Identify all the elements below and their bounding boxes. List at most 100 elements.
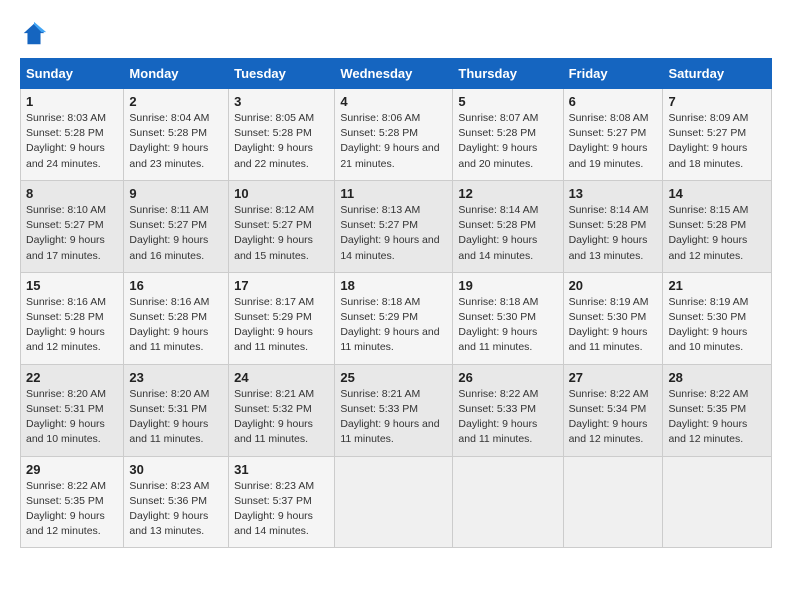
day-info: Sunrise: 8:05 AMSunset: 5:28 PMDaylight:…: [234, 111, 329, 172]
day-number: 21: [668, 278, 766, 293]
day-number: 15: [26, 278, 118, 293]
day-number: 26: [458, 370, 557, 385]
calendar-cell: 9Sunrise: 8:11 AMSunset: 5:27 PMDaylight…: [124, 180, 229, 272]
day-number: 25: [340, 370, 447, 385]
day-info: Sunrise: 8:14 AMSunset: 5:28 PMDaylight:…: [569, 203, 658, 264]
calendar-cell: 1Sunrise: 8:03 AMSunset: 5:28 PMDaylight…: [21, 89, 124, 181]
calendar-cell: 12Sunrise: 8:14 AMSunset: 5:28 PMDayligh…: [453, 180, 563, 272]
day-info: Sunrise: 8:22 AMSunset: 5:34 PMDaylight:…: [569, 387, 658, 448]
calendar-cell: [563, 456, 663, 548]
day-number: 17: [234, 278, 329, 293]
calendar-cell: 13 Sunrise: 8:14 AMSunset: 5:28 PMDayligh…: [563, 180, 663, 272]
day-number: 1: [26, 94, 118, 109]
day-number: 20: [569, 278, 658, 293]
col-tuesday: Tuesday: [229, 59, 335, 89]
calendar-cell: [453, 456, 563, 548]
day-info: Sunrise: 8:17 AMSunset: 5:29 PMDaylight:…: [234, 295, 329, 356]
day-info: Sunrise: 8:18 AMSunset: 5:30 PMDaylight:…: [458, 295, 557, 356]
calendar-cell: 4 Sunrise: 8:06 AMSunset: 5:28 PMDaylight…: [335, 89, 453, 181]
day-info: Sunrise: 8:16 AMSunset: 5:28 PMDaylight:…: [26, 295, 118, 356]
day-info: Sunrise: 8:23 AMSunset: 5:36 PMDaylight:…: [129, 479, 223, 540]
calendar-cell: 7 Sunrise: 8:09 AMSunset: 5:27 PMDaylight…: [663, 89, 772, 181]
day-number: 22: [26, 370, 118, 385]
calendar-week-4: 22 Sunrise: 8:20 AMSunset: 5:31 PMDayligh…: [21, 364, 772, 456]
calendar-cell: 23 Sunrise: 8:20 AMSunset: 5:31 PMDayligh…: [124, 364, 229, 456]
calendar-cell: 30 Sunrise: 8:23 AMSunset: 5:36 PMDayligh…: [124, 456, 229, 548]
day-number: 30: [129, 462, 223, 477]
col-friday: Friday: [563, 59, 663, 89]
day-number: 7: [668, 94, 766, 109]
calendar-cell: 29Sunrise: 8:22 AMSunset: 5:35 PMDayligh…: [21, 456, 124, 548]
calendar-cell: 3 Sunrise: 8:05 AMSunset: 5:28 PMDaylight…: [229, 89, 335, 181]
calendar-cell: 17 Sunrise: 8:17 AMSunset: 5:29 PMDayligh…: [229, 272, 335, 364]
day-number: 8: [26, 186, 118, 201]
day-number: 16: [129, 278, 223, 293]
day-number: 5: [458, 94, 557, 109]
day-info: Sunrise: 8:14 AMSunset: 5:28 PMDaylight:…: [458, 203, 557, 264]
day-info: Sunrise: 8:23 AMSunset: 5:37 PMDaylight:…: [234, 479, 329, 540]
day-info: Sunrise: 8:09 AMSunset: 5:27 PMDaylight:…: [668, 111, 766, 172]
calendar-cell: 28 Sunrise: 8:22 AMSunset: 5:35 PMDayligh…: [663, 364, 772, 456]
day-number: 19: [458, 278, 557, 293]
calendar-cell: 15 Sunrise: 8:16 AMSunset: 5:28 PMDayligh…: [21, 272, 124, 364]
day-number: 27: [569, 370, 658, 385]
day-info: Sunrise: 8:20 AMSunset: 5:31 PMDaylight:…: [129, 387, 223, 448]
day-number: 14: [668, 186, 766, 201]
day-info: Sunrise: 8:15 AMSunset: 5:28 PMDaylight:…: [668, 203, 766, 264]
calendar-cell: 8 Sunrise: 8:10 AMSunset: 5:27 PMDaylight…: [21, 180, 124, 272]
day-info: Sunrise: 8:08 AMSunset: 5:27 PMDaylight:…: [569, 111, 658, 172]
calendar-cell: 18 Sunrise: 8:18 AMSunset: 5:29 PMDayligh…: [335, 272, 453, 364]
day-info: Sunrise: 8:22 AMSunset: 5:35 PMDaylight:…: [668, 387, 766, 448]
day-info: Sunrise: 8:06 AMSunset: 5:28 PMDaylight:…: [340, 111, 447, 172]
calendar-week-5: 29Sunrise: 8:22 AMSunset: 5:35 PMDayligh…: [21, 456, 772, 548]
col-thursday: Thursday: [453, 59, 563, 89]
day-number: 18: [340, 278, 447, 293]
day-number: 2: [129, 94, 223, 109]
col-monday: Monday: [124, 59, 229, 89]
day-info: Sunrise: 8:21 AMSunset: 5:33 PMDaylight:…: [340, 387, 447, 448]
calendar-cell: 22Sunrise: 8:20 AMSunset: 5:31 PMDayligh…: [21, 364, 124, 456]
day-info: Sunrise: 8:18 AMSunset: 5:29 PMDaylight:…: [340, 295, 447, 356]
day-info: Sunrise: 8:12 AMSunset: 5:27 PMDaylight:…: [234, 203, 329, 264]
day-number: 24: [234, 370, 329, 385]
day-number: 3: [234, 94, 329, 109]
day-number: 11: [340, 186, 447, 201]
logo: [20, 20, 50, 48]
day-info: Sunrise: 8:07 AMSunset: 5:28 PMDaylight:…: [458, 111, 557, 172]
calendar-table: Sunday Monday Tuesday Wednesday Thursday…: [20, 58, 772, 548]
calendar-cell: 6Sunrise: 8:08 AMSunset: 5:27 PMDaylight…: [563, 89, 663, 181]
calendar-cell: [335, 456, 453, 548]
day-info: Sunrise: 8:10 AMSunset: 5:27 PMDaylight:…: [26, 203, 118, 264]
col-wednesday: Wednesday: [335, 59, 453, 89]
calendar-cell: 2Sunrise: 8:04 AMSunset: 5:28 PMDaylight…: [124, 89, 229, 181]
col-saturday: Saturday: [663, 59, 772, 89]
day-number: 4: [340, 94, 447, 109]
calendar-week-1: 1Sunrise: 8:03 AMSunset: 5:28 PMDaylight…: [21, 89, 772, 181]
day-info: Sunrise: 8:16 AMSunset: 5:28 PMDaylight:…: [129, 295, 223, 356]
calendar-cell: [663, 456, 772, 548]
calendar-cell: 27 Sunrise: 8:22 AMSunset: 5:34 PMDayligh…: [563, 364, 663, 456]
calendar-cell: 21 Sunrise: 8:19 AMSunset: 5:30 PMDayligh…: [663, 272, 772, 364]
day-number: 13: [569, 186, 658, 201]
day-number: 23: [129, 370, 223, 385]
calendar-cell: 16 Sunrise: 8:16 AMSunset: 5:28 PMDayligh…: [124, 272, 229, 364]
day-info: Sunrise: 8:19 AMSunset: 5:30 PMDaylight:…: [668, 295, 766, 356]
calendar-cell: 10 Sunrise: 8:12 AMSunset: 5:27 PMDayligh…: [229, 180, 335, 272]
day-info: Sunrise: 8:21 AMSunset: 5:32 PMDaylight:…: [234, 387, 329, 448]
calendar-cell: 14 Sunrise: 8:15 AMSunset: 5:28 PMDayligh…: [663, 180, 772, 272]
header-row: Sunday Monday Tuesday Wednesday Thursday…: [21, 59, 772, 89]
day-number: 31: [234, 462, 329, 477]
calendar-cell: 26Sunrise: 8:22 AMSunset: 5:33 PMDayligh…: [453, 364, 563, 456]
calendar-cell: 31 Sunrise: 8:23 AMSunset: 5:37 PMDayligh…: [229, 456, 335, 548]
calendar-week-2: 8 Sunrise: 8:10 AMSunset: 5:27 PMDaylight…: [21, 180, 772, 272]
day-number: 10: [234, 186, 329, 201]
day-number: 29: [26, 462, 118, 477]
calendar-cell: 20Sunrise: 8:19 AMSunset: 5:30 PMDayligh…: [563, 272, 663, 364]
logo-icon: [20, 20, 48, 48]
col-sunday: Sunday: [21, 59, 124, 89]
day-number: 28: [668, 370, 766, 385]
calendar-cell: 19 Sunrise: 8:18 AMSunset: 5:30 PMDayligh…: [453, 272, 563, 364]
calendar-week-3: 15 Sunrise: 8:16 AMSunset: 5:28 PMDayligh…: [21, 272, 772, 364]
calendar-cell: 25 Sunrise: 8:21 AMSunset: 5:33 PMDayligh…: [335, 364, 453, 456]
calendar-cell: 5 Sunrise: 8:07 AMSunset: 5:28 PMDaylight…: [453, 89, 563, 181]
